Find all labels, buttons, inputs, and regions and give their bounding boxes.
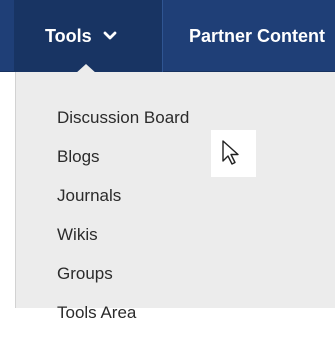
menu-item-discussion-board[interactable]: Discussion Board — [57, 106, 189, 145]
mouse-cursor-highlight — [211, 130, 256, 177]
menu-item-blogs[interactable]: Blogs — [57, 145, 189, 184]
chevron-down-icon — [103, 30, 117, 42]
tab-tools[interactable]: Tools — [14, 0, 162, 72]
menu-item-wikis[interactable]: Wikis — [57, 223, 189, 262]
tab-tools-label: Tools — [45, 25, 92, 46]
tab-partner-content-label: Partner Content — [189, 25, 326, 46]
menu-item-tools-area[interactable]: Tools Area — [57, 301, 189, 340]
menu-item-journals[interactable]: Journals — [57, 184, 189, 223]
mouse-pointer-icon — [222, 140, 239, 165]
tools-menu-list: Discussion Board Blogs Journals Wikis Gr… — [57, 106, 189, 340]
tab-partner-content[interactable]: Partner Content — [162, 0, 335, 72]
top-navigation-bar: Tools Partner Content — [0, 0, 335, 72]
menu-item-groups[interactable]: Groups — [57, 262, 189, 301]
